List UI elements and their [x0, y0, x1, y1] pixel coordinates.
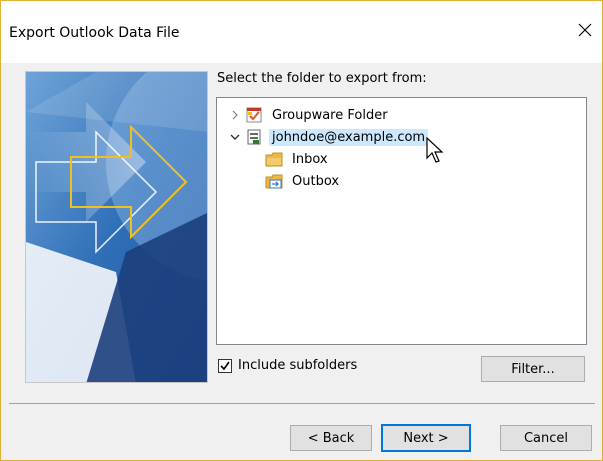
chevron-down-icon[interactable] — [227, 129, 243, 145]
close-button[interactable] — [570, 15, 600, 45]
inbox-folder-icon — [265, 150, 283, 168]
include-subfolders-option[interactable]: Include subfolders — [218, 358, 357, 373]
include-subfolders-checkbox[interactable] — [218, 358, 232, 373]
tree-item-groupware-folder[interactable]: Groupware Folder — [227, 104, 391, 126]
tree-item-label: johndoe@example.com — [269, 128, 429, 146]
dialog-title: Export Outlook Data File — [9, 25, 180, 41]
export-dialog: Export Outlook Data File Select the fold… — [0, 0, 603, 461]
close-icon — [578, 23, 592, 37]
tree-item-label: Groupware Folder — [272, 107, 388, 123]
tree-item-mailbox[interactable]: johndoe@example.com — [227, 126, 429, 148]
next-button[interactable]: Next > — [381, 424, 471, 452]
mouse-cursor-icon — [426, 137, 444, 163]
mailbox-icon — [245, 128, 263, 146]
checkmark-icon — [220, 361, 230, 370]
chevron-right-icon[interactable] — [227, 107, 243, 123]
separator — [9, 403, 595, 404]
tree-item-label: Inbox — [292, 151, 328, 167]
folder-prompt: Select the folder to export from: — [217, 71, 427, 86]
filter-button[interactable]: Filter... — [481, 356, 585, 382]
cancel-button[interactable]: Cancel — [500, 425, 592, 451]
include-subfolders-label: Include subfolders — [238, 358, 358, 373]
wizard-banner — [25, 71, 208, 383]
outbox-folder-icon — [265, 172, 283, 190]
folder-tree[interactable]: Groupware Folder johndoe@example.com Inb… — [216, 97, 587, 345]
tree-item-outbox[interactable]: Outbox — [263, 170, 342, 192]
groupware-folder-icon — [245, 106, 263, 124]
back-button[interactable]: < Back — [290, 425, 372, 451]
title-bar: Export Outlook Data File — [1, 1, 602, 63]
tree-item-label: Outbox — [292, 173, 340, 189]
tree-item-inbox[interactable]: Inbox — [263, 148, 331, 170]
